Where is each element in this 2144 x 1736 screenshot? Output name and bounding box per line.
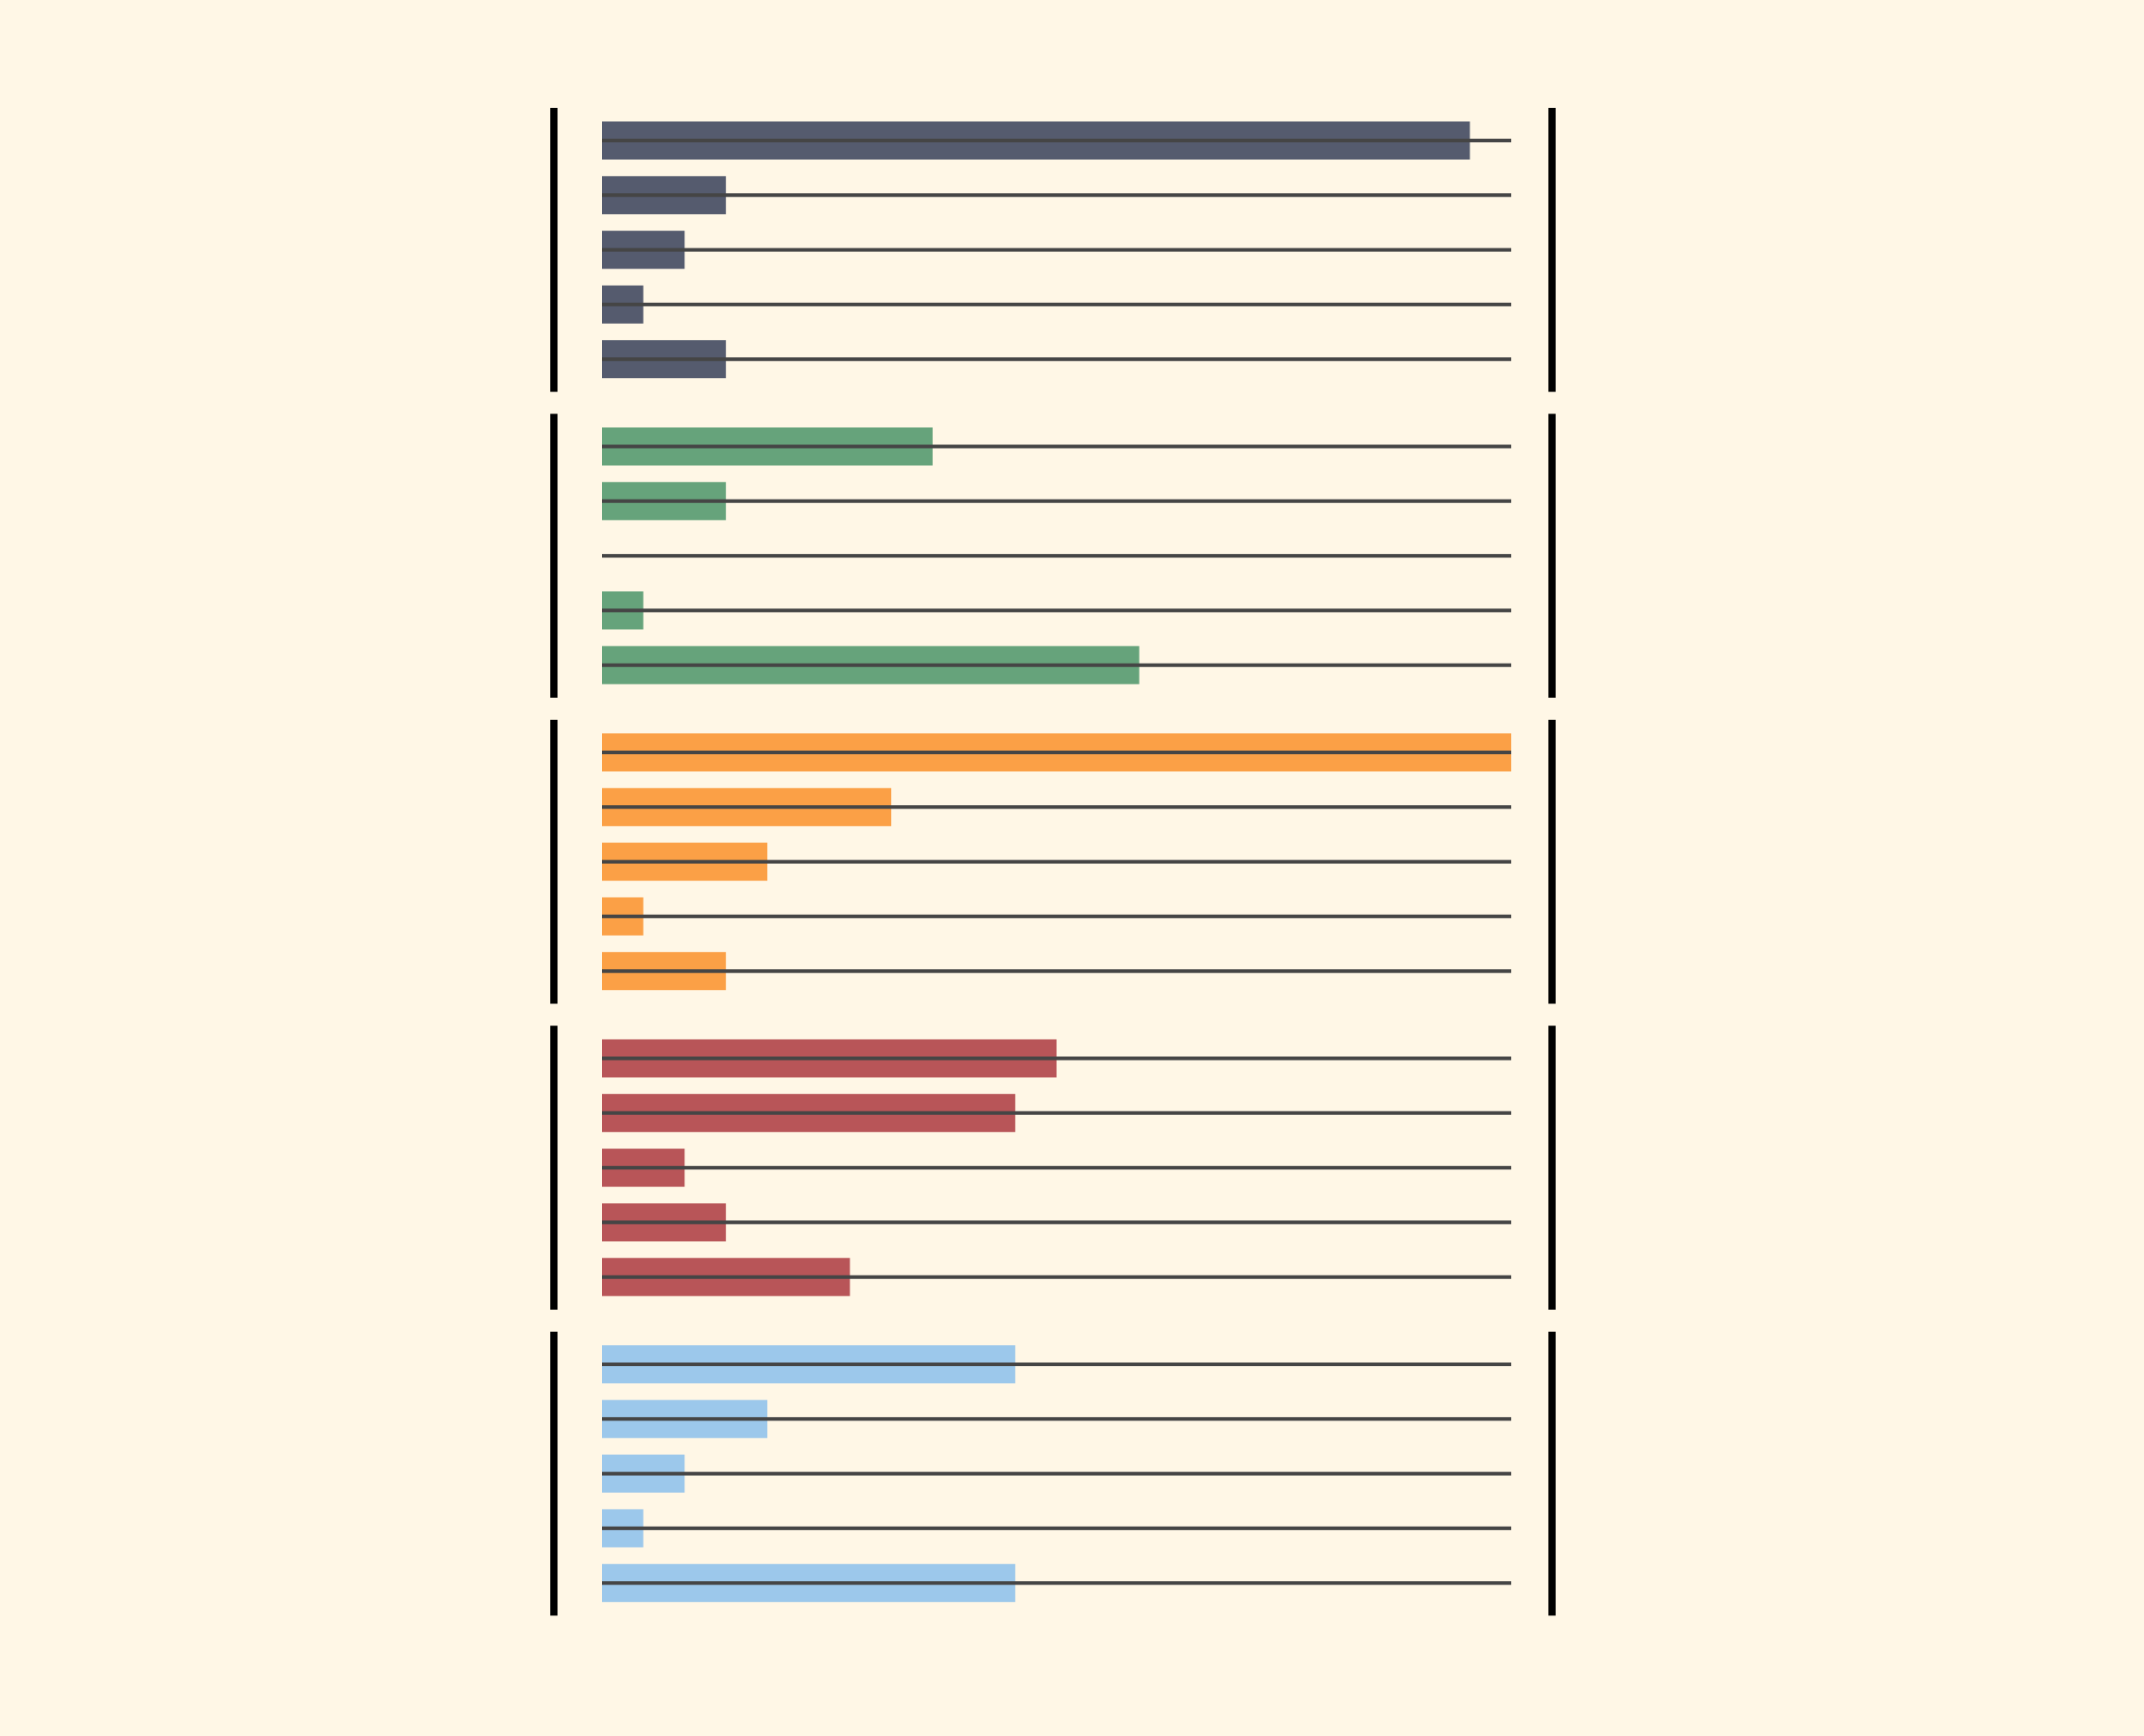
group-5-right-bracket <box>1548 1332 1556 1616</box>
group-4-right-bracket <box>1548 1025 1556 1310</box>
group-3-right-bracket <box>1548 720 1556 1004</box>
bar-chart <box>550 108 1556 1616</box>
group-1-left-bracket <box>550 108 558 393</box>
group-3-left-bracket <box>550 720 558 1004</box>
group-1-right-bracket <box>1548 108 1556 393</box>
group-2-right-bracket <box>1548 413 1556 698</box>
group-4-left-bracket <box>550 1025 558 1310</box>
group-2-left-bracket <box>550 413 558 698</box>
group-5-left-bracket <box>550 1332 558 1616</box>
chart-area <box>0 0 2144 1736</box>
